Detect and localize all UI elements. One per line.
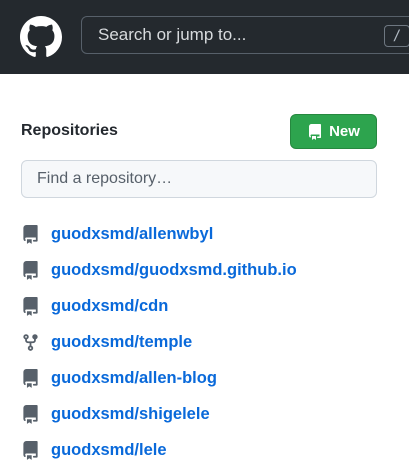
list-item: guodxsmd/temple <box>21 324 391 360</box>
new-repository-button[interactable]: New <box>290 114 377 149</box>
repo-icon <box>23 224 38 244</box>
github-logo-icon[interactable] <box>20 16 62 58</box>
list-item: guodxsmd/allenwbyl <box>21 216 391 252</box>
repository-list: guodxsmd/allenwbyl guodxsmd/guodxsmd.git… <box>21 216 391 468</box>
repo-icon <box>23 404 38 424</box>
fork-icon <box>23 333 38 351</box>
repo-link[interactable]: guodxsmd/allen-blog <box>51 369 217 388</box>
find-repository-placeholder: Find a repository… <box>37 170 173 187</box>
repo-link[interactable]: guodxsmd/lele <box>51 441 167 460</box>
repo-icon <box>309 123 322 140</box>
slash-shortcut-key: / <box>384 25 409 47</box>
list-item: guodxsmd/shigelele <box>21 396 391 432</box>
repo-link[interactable]: guodxsmd/shigelele <box>51 405 210 424</box>
repo-link[interactable]: guodxsmd/allenwbyl <box>51 225 213 244</box>
list-item: guodxsmd/lele <box>21 432 391 468</box>
list-item: guodxsmd/guodxsmd.github.io <box>21 252 391 288</box>
find-repository-input[interactable]: Find a repository… <box>21 160 377 198</box>
global-search-placeholder: Search or jump to... <box>98 25 247 44</box>
repo-icon <box>23 296 38 316</box>
repo-icon <box>23 368 38 388</box>
list-item: guodxsmd/allen-blog <box>21 360 391 396</box>
repo-icon <box>23 440 38 460</box>
top-navigation-bar: Search or jump to... / <box>0 0 409 74</box>
new-button-label: New <box>329 123 360 140</box>
global-search-box[interactable]: Search or jump to... / <box>81 16 409 54</box>
repo-link[interactable]: guodxsmd/temple <box>51 333 192 352</box>
list-item: guodxsmd/cdn <box>21 288 391 324</box>
repo-link[interactable]: guodxsmd/cdn <box>51 297 168 316</box>
repositories-heading: Repositories <box>21 122 118 139</box>
repo-icon <box>23 260 38 280</box>
repo-link[interactable]: guodxsmd/guodxsmd.github.io <box>51 261 297 280</box>
